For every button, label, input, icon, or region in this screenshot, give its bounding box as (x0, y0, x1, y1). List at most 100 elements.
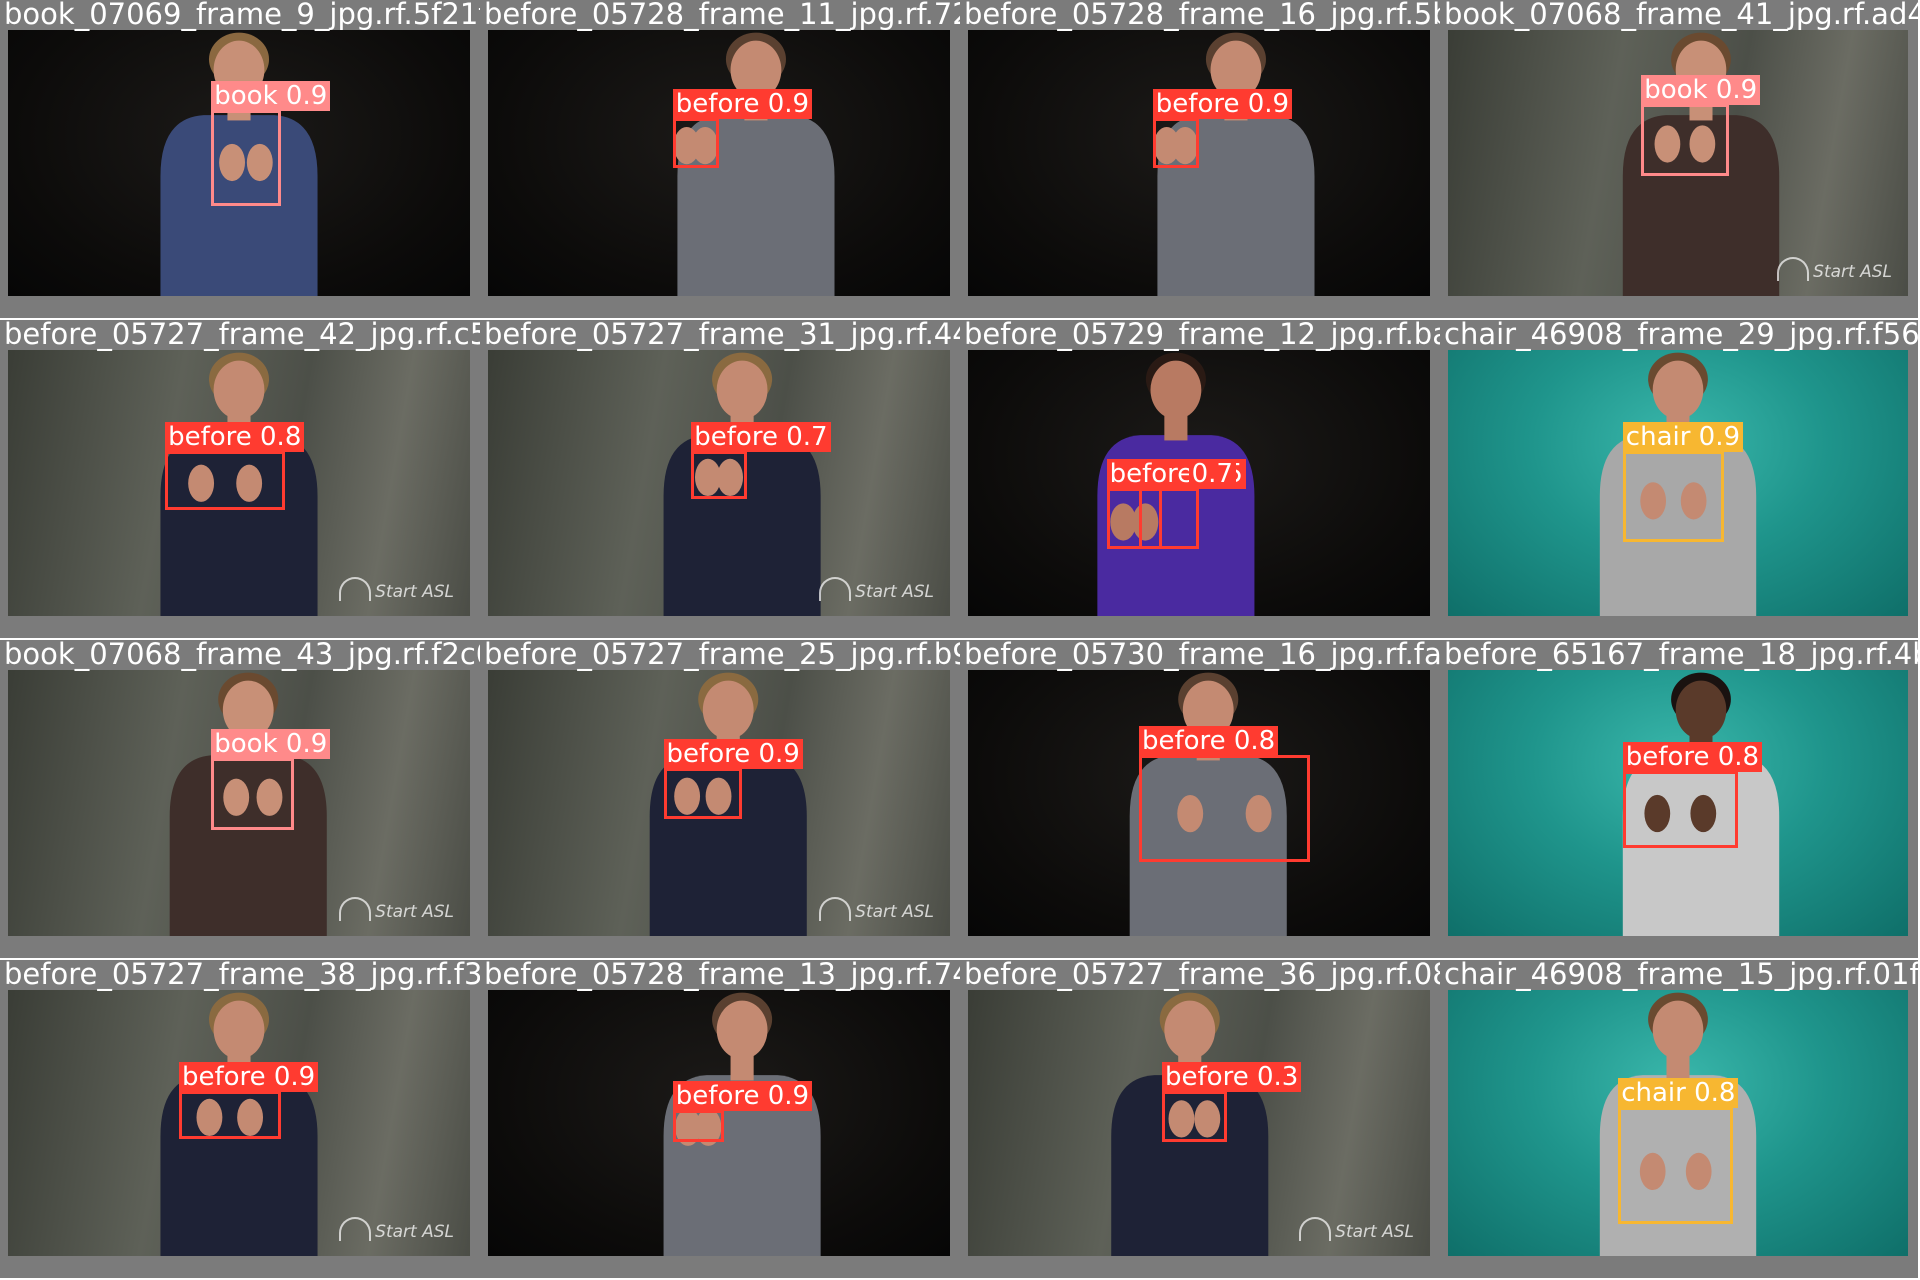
video-frame-image: before 0.8 (1448, 670, 1908, 936)
video-frame-image: chair 0.9 (1448, 350, 1908, 616)
signer-figure (1153, 32, 1315, 296)
start-asl-watermark: Start ASL (1299, 1217, 1414, 1242)
detection-label: 0.7 (1188, 459, 1236, 490)
start-asl-watermark: Start ASL (339, 577, 454, 602)
video-frame-image: Start ASL book 0.9 (8, 670, 470, 936)
image-filename-caption: before_05728_frame_11_jpg.rf.72e3e4f70f5… (484, 0, 960, 31)
signer-head (1675, 680, 1727, 740)
start-asl-logo-icon (339, 577, 372, 601)
result-tile: book_07068_frame_41_jpg.rf.ad4 Start ASL b… (1440, 0, 1918, 318)
image-filename-caption: before_05727_frame_38_jpg.rf.f38e7c88057… (4, 960, 480, 991)
result-tile: before_65167_frame_18_jpg.rf.4bbefore 0.… (1440, 640, 1918, 958)
signer-head (213, 360, 265, 420)
video-frame-image: chair 0.8 (1448, 990, 1908, 1256)
video-frame-image: Start ASL book 0.9 (1448, 30, 1908, 296)
detection-label: before 0.9 (178, 1062, 319, 1093)
video-frame-image: before 0.5 0.7 (968, 350, 1430, 616)
start-asl-logo-icon (1299, 1217, 1332, 1241)
signer-head (702, 680, 754, 740)
image-filename-caption: chair_46908_frame_15_jpg.rf.01f (1444, 960, 1918, 991)
result-tile: before_05728_frame_16_jpg.rf.5b6a82c9f02… (960, 0, 1440, 318)
video-frame-image: Start ASL before 0.7 (488, 350, 950, 616)
signer-head (1652, 1000, 1704, 1060)
start-asl-logo-text: Start ASL (855, 902, 934, 922)
detection-bbox-chair: chair 0.9 (1622, 422, 1744, 542)
signer-head (716, 1000, 768, 1060)
result-tile: before_05727_frame_36_jpg.rf.08370246578… (960, 960, 1440, 1278)
start-asl-logo-icon (1777, 257, 1810, 281)
signer-head (1150, 360, 1202, 420)
detection-label: before 0.9 (663, 739, 803, 770)
result-tile: before_05727_frame_31_jpg.rf.44aefe00169… (480, 320, 960, 638)
video-frame-image: Start ASL before 0.3 (968, 990, 1430, 1256)
detection-bbox-before: before 0.8 (1622, 742, 1763, 849)
image-filename-caption: before_05729_frame_12_jpg.rf.ba0d5c4c532… (964, 320, 1440, 351)
result-tile: chair_46908_frame_29_jpg.rf.f56 chair 0.9 (1440, 320, 1918, 638)
detection-label: before 0.8 (1138, 726, 1279, 757)
detection-label: chair 0.8 (1618, 1078, 1739, 1109)
detection-label: book 0.9 (211, 80, 331, 111)
image-filename-caption: before_65167_frame_18_jpg.rf.4b (1444, 640, 1918, 671)
detection-bbox-before: before 0.3 (1162, 1062, 1302, 1142)
detection-bbox-before: before 0.9 (672, 1080, 813, 1142)
result-tile: before_05728_frame_11_jpg.rf.72e3e4f70f5… (480, 0, 960, 318)
start-asl-logo-text: Start ASL (1813, 262, 1892, 282)
detection-label: before 0.9 (672, 88, 813, 119)
detection-bbox-book: book 0.9 (211, 728, 331, 830)
detection-label: book 0.9 (1641, 75, 1761, 106)
start-asl-watermark: Start ASL (1777, 257, 1892, 282)
start-asl-logo-text: Start ASL (855, 582, 934, 602)
detection-label: before 0.9 (672, 1080, 813, 1111)
detection-bbox-before: before 0.8 (165, 422, 305, 510)
start-asl-logo-icon (819, 577, 852, 601)
detection-bbox-book: book 0.9 (1641, 75, 1761, 177)
detection-label: chair 0.9 (1622, 422, 1744, 453)
detection-bbox-before: before 0.8 (1138, 726, 1310, 862)
image-filename-caption: before_05728_frame_16_jpg.rf.5b6a82c9f02… (964, 0, 1440, 31)
start-asl-watermark: Start ASL (339, 1217, 454, 1242)
video-frame-image: Start ASL before 0.8 (8, 350, 470, 616)
detection-bbox-before: before 0.9 (672, 88, 813, 169)
image-filename-caption: book_07068_frame_41_jpg.rf.ad4 (1444, 0, 1918, 31)
video-frame-image: before 0.9 (488, 990, 950, 1256)
result-tile: chair_46908_frame_15_jpg.rf.01fchair 0.8 (1440, 960, 1918, 1278)
video-frame-image: Start ASL before 0.9 (8, 990, 470, 1256)
start-asl-logo-text: Start ASL (375, 1222, 454, 1242)
detection-bbox-before: before 0.9 (1152, 88, 1293, 169)
image-filename-caption: before_05727_frame_42_jpg.rf.c5b98bb5a83… (4, 320, 480, 351)
result-tile: before_05727_frame_42_jpg.rf.c5b98bb5a83… (0, 320, 480, 638)
start-asl-watermark: Start ASL (819, 577, 934, 602)
signer-head (1652, 360, 1704, 420)
image-filename-caption: book_07068_frame_43_jpg.rf.f2c0d994ced59… (4, 640, 480, 671)
detection-label: before 0.3 (1162, 1062, 1302, 1093)
signer-head (1164, 1000, 1216, 1060)
detection-label: before 0.9 (1152, 88, 1293, 119)
start-asl-logo-icon (819, 897, 852, 921)
image-filename-caption: before_05728_frame_13_jpg.rf.745fdc2c957… (484, 960, 960, 991)
detection-grid: book_07069_frame_9_jpg.rf.5f21fbe4f12705… (0, 0, 1920, 1280)
video-frame-image: Start ASL before 0.9 (488, 670, 950, 936)
start-asl-logo-icon (339, 1217, 372, 1241)
result-tile: book_07068_frame_43_jpg.rf.f2c0d994ced59… (0, 640, 480, 958)
detection-bbox-book: book 0.9 (211, 80, 331, 206)
signer-head (213, 1000, 265, 1060)
image-filename-caption: before_05727_frame_25_jpg.rf.b9a07e44e57… (484, 640, 960, 671)
image-filename-caption: before_05727_frame_31_jpg.rf.44aefe00169… (484, 320, 960, 351)
detection-bbox-before: 0.7 (1138, 459, 1236, 550)
result-tile: book_07069_frame_9_jpg.rf.5f21fbe4f12705… (0, 0, 480, 318)
video-frame-image: before 0.9 (488, 30, 950, 296)
detection-label: before 0.8 (165, 422, 305, 453)
image-filename-caption: book_07069_frame_9_jpg.rf.5f21fbe4f12705… (4, 0, 480, 31)
start-asl-logo-text: Start ASL (375, 902, 454, 922)
start-asl-watermark: Start ASL (339, 897, 454, 922)
image-filename-caption: before_05730_frame_16_jpg.rf.fa2e51e3e51… (964, 640, 1440, 671)
video-frame-image: book 0.9 (8, 30, 470, 296)
video-frame-image: before 0.9 (968, 30, 1430, 296)
result-tile: before_05728_frame_13_jpg.rf.745fdc2c957… (480, 960, 960, 1278)
detection-bbox-before: before 0.7 (691, 422, 831, 499)
result-tile: before_05727_frame_25_jpg.rf.b9a07e44e57… (480, 640, 960, 958)
result-tile: before_05727_frame_38_jpg.rf.f38e7c88057… (0, 960, 480, 1278)
start-asl-logo-icon (339, 897, 372, 921)
signer-figure (673, 32, 835, 296)
start-asl-watermark: Start ASL (819, 897, 934, 922)
